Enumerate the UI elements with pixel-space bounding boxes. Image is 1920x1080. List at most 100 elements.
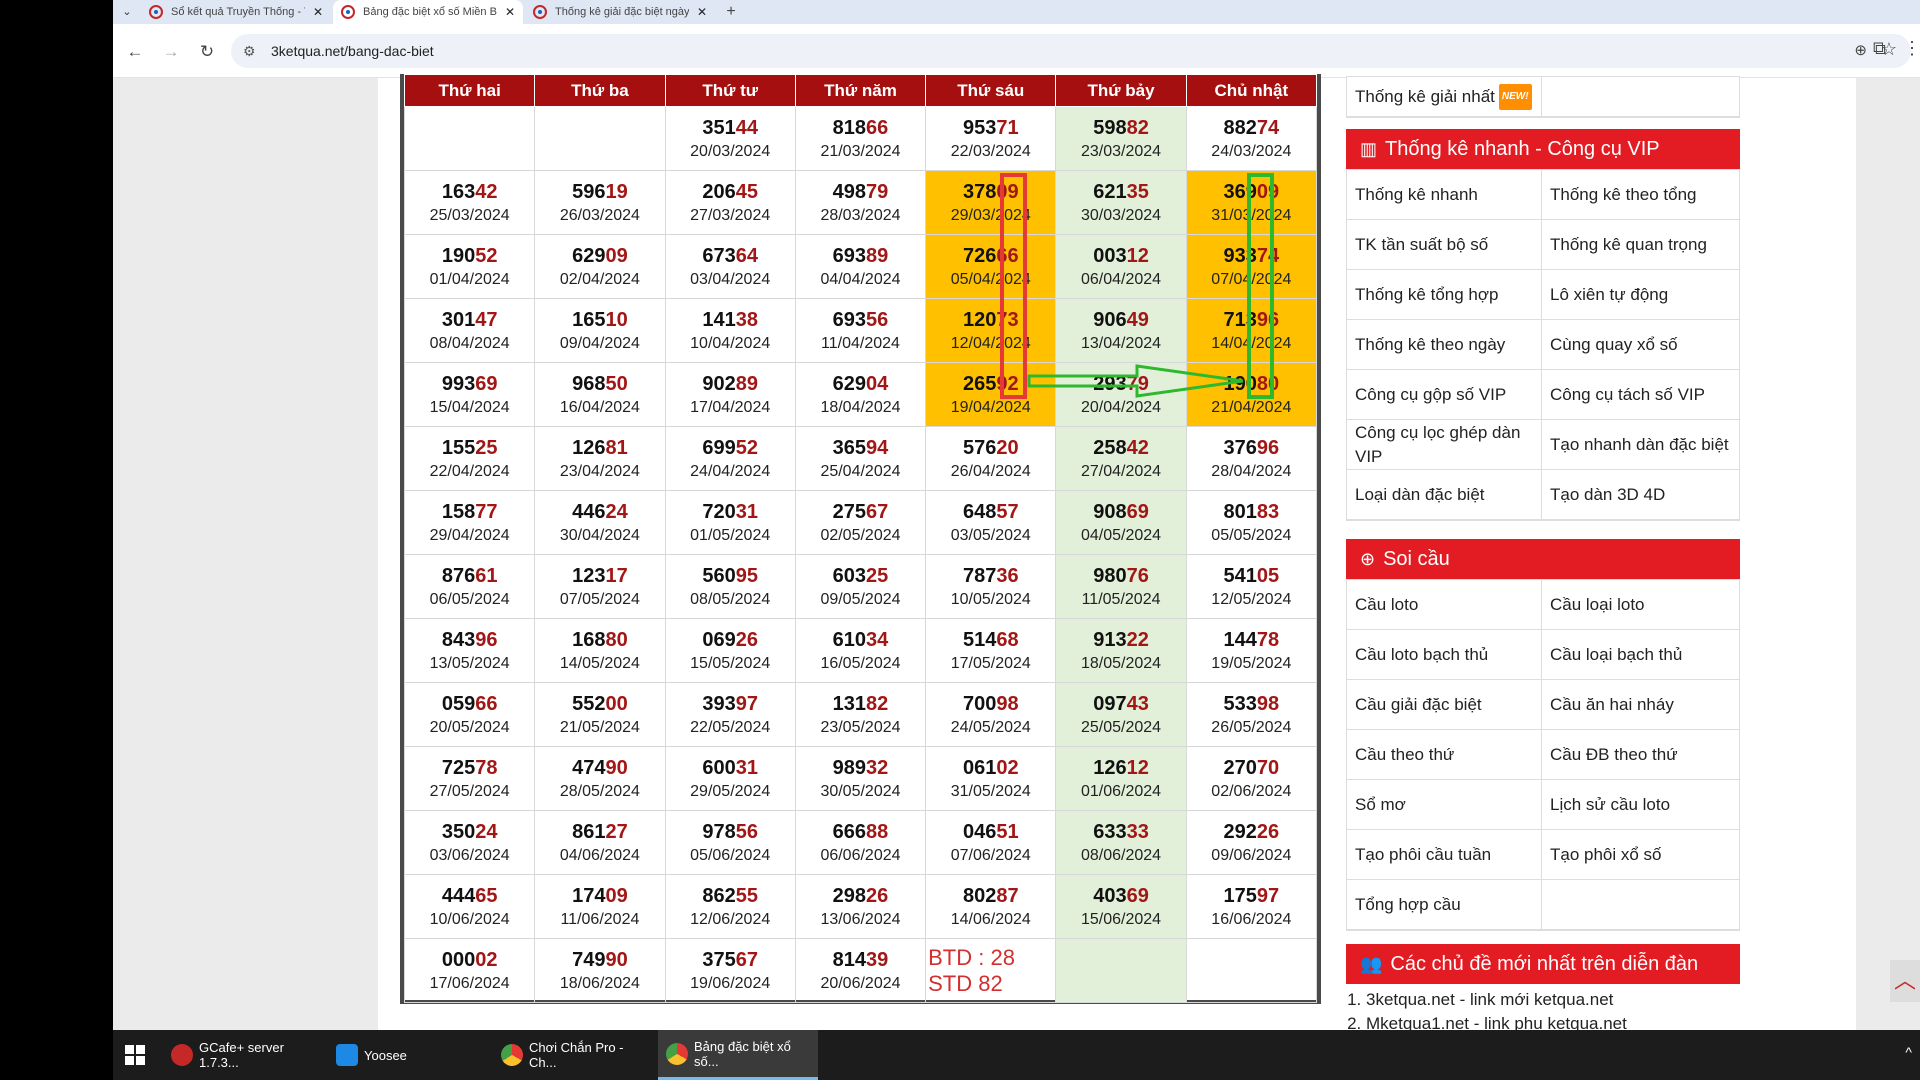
- result-cell: 80287 14/06/2024: [925, 874, 1057, 939]
- prize-number: 36594: [796, 435, 925, 461]
- draw-date: 11/05/2024: [1081, 590, 1161, 608]
- sidebar-link[interactable]: Công cụ lọc ghép dàn VIP: [1347, 420, 1542, 470]
- vip-tools-title: Thống kê nhanh - Công cụ VIP: [1385, 137, 1660, 160]
- new-tab-button[interactable]: +: [719, 0, 743, 24]
- prize-number: 29379: [1056, 371, 1185, 397]
- windows-start-icon[interactable]: [125, 1045, 145, 1065]
- sidebar-link[interactable]: Cầu giải đặc biệt: [1347, 680, 1542, 730]
- sidebar-link[interactable]: Sổ mơ: [1347, 780, 1542, 830]
- draw-date: 22/05/2024: [690, 718, 771, 736]
- sidebar-link[interactable]: Tổng hợp cầu: [1347, 880, 1542, 930]
- sidebar-link[interactable]: Tạo nhanh dàn đặc biệt: [1542, 420, 1739, 470]
- taskbar-item-yoosee[interactable]: Yoosee: [328, 1030, 488, 1080]
- prize-number-head: 882: [1223, 116, 1257, 139]
- site-info-icon[interactable]: ⚙: [243, 43, 256, 60]
- tab-1[interactable]: Sổ kết quả Truyền Thống - Tổng ✕: [141, 0, 331, 24]
- prize-number: 60031: [666, 755, 795, 781]
- prize-number-tail: 24: [605, 500, 628, 523]
- prize-number-tail: 26: [1256, 820, 1280, 843]
- prize-number-head: 876: [441, 564, 476, 587]
- sidebar-link[interactable]: Tạo phôi xổ số: [1542, 830, 1739, 880]
- forum-topic-link[interactable]: 3ketqua.net - link mới ketqua.net: [1366, 988, 1740, 1012]
- prize-number-head: 600: [702, 756, 736, 779]
- sidebar-link[interactable]: Thống kê quan trọng: [1542, 220, 1739, 270]
- sidebar-link[interactable]: Cùng quay xổ số: [1542, 320, 1739, 370]
- result-cell: 26592 19/04/2024: [925, 362, 1057, 427]
- column-header: Thứ hai: [403, 74, 536, 107]
- forum-topic-link[interactable]: Mketqua1.net - link phụ ketqua.net: [1366, 1012, 1740, 1030]
- prize-number: 36909: [1187, 179, 1316, 205]
- system-tray-chevron-icon[interactable]: ^: [1905, 1044, 1912, 1060]
- sidebar-link[interactable]: Lịch sử cầu loto: [1542, 780, 1739, 830]
- taskbar-item-gcafe[interactable]: GCafe+ server 1.7.3...: [163, 1030, 323, 1080]
- scroll-to-top-button[interactable]: ︿: [1890, 960, 1920, 1002]
- sidebar-link[interactable]: Lô xiên tự động: [1542, 270, 1739, 320]
- prize-number-head: 498: [832, 180, 867, 203]
- prize-number-head: 633: [1093, 820, 1127, 843]
- tab-bar: ⌄ Sổ kết quả Truyền Thống - Tổng ✕ Bảng …: [113, 0, 1920, 24]
- prize-number-head: 190: [441, 244, 476, 267]
- prize-number-tail: 09: [996, 180, 1019, 203]
- tab-close-icon[interactable]: ✕: [697, 5, 707, 19]
- sidebar-empty-cell: [1542, 77, 1739, 117]
- sidebar-link[interactable]: Thống kê theo ngày: [1347, 320, 1542, 370]
- sidebar-link[interactable]: Cầu ĐB theo thứ: [1542, 730, 1739, 780]
- prize-number: 62909: [535, 243, 664, 269]
- sidebar-item-thong-ke-giai-nhat[interactable]: Thống kê giải nhất NEW!: [1347, 77, 1542, 117]
- result-cell: 17597 16/06/2024: [1185, 874, 1318, 939]
- sidebar-link[interactable]: Cầu loto bạch thủ: [1347, 630, 1542, 680]
- sidebar-link[interactable]: Thống kê tổng hợp: [1347, 270, 1542, 320]
- menu-icon[interactable]: ⋮: [1903, 38, 1920, 59]
- prize-number-tail: 67: [866, 500, 889, 523]
- url-bar[interactable]: ⚙ 3ketqua.net/bang-dac-biet ⊕ ☆: [231, 34, 1911, 68]
- sidebar-link[interactable]: Cầu loại bạch thủ: [1542, 630, 1739, 680]
- result-cell: 80183 05/05/2024: [1185, 490, 1318, 555]
- taskbar-item-chrome-active[interactable]: Bảng đặc biệt xổ số...: [658, 1030, 818, 1080]
- draw-date: 06/06/2024: [820, 846, 901, 864]
- vip-tools-header: ▥ Thống kê nhanh - Công cụ VIP: [1346, 129, 1740, 169]
- prize-number-tail: 09: [1256, 180, 1280, 203]
- sidebar-link[interactable]: Tạo dàn 3D 4D: [1542, 470, 1739, 520]
- tab-list-dropdown-icon[interactable]: ⌄: [117, 2, 137, 22]
- tab-close-icon[interactable]: ✕: [505, 5, 515, 19]
- tab-3[interactable]: Thống kê giải đặc biệt ngày hô ✕: [525, 0, 715, 24]
- tab-2-active[interactable]: Bảng đặc biệt xổ số Miền Bắc t ✕: [333, 0, 523, 24]
- prize-number-head: 444: [441, 884, 476, 907]
- prize-number: 17597: [1187, 883, 1316, 909]
- back-arrow-icon[interactable]: ←: [123, 40, 147, 64]
- url-text[interactable]: 3ketqua.net/bang-dac-biet: [271, 43, 434, 59]
- sidebar-link[interactable]: Cầu loại loto: [1542, 580, 1739, 630]
- sidebar-link[interactable]: Cầu loto: [1347, 580, 1542, 630]
- draw-date: 03/05/2024: [950, 526, 1031, 544]
- draw-date: 24/04/2024: [690, 462, 771, 480]
- sidebar-link[interactable]: Cầu ăn hai nháy: [1542, 680, 1739, 730]
- taskbar-item-chrome-chan[interactable]: Chơi Chắn Pro - Ch...: [493, 1030, 653, 1080]
- zoom-icon[interactable]: ⊕: [1854, 41, 1867, 59]
- result-cell: 54105 12/05/2024: [1185, 554, 1318, 619]
- sidebar-link[interactable]: Cầu theo thứ: [1347, 730, 1542, 780]
- sidebar-link[interactable]: Công cụ tách số VIP: [1542, 370, 1739, 420]
- prize-number-head: 393: [702, 692, 736, 715]
- sidebar-link[interactable]: Loại dàn đặc biệt: [1347, 470, 1542, 520]
- draw-date: 07/06/2024: [950, 846, 1031, 864]
- result-cell: 06926 15/05/2024: [664, 618, 796, 683]
- forward-arrow-icon[interactable]: →: [159, 40, 183, 64]
- sidebar-link[interactable]: TK tần suất bộ số: [1347, 220, 1542, 270]
- extensions-icon[interactable]: ⧉: [1873, 38, 1886, 59]
- prize-number-tail: 71: [996, 116, 1019, 139]
- prize-number-head: 126: [572, 436, 606, 459]
- tab-close-icon[interactable]: ✕: [313, 5, 323, 19]
- tab-label: Sổ kết quả Truyền Thống - Tổng: [171, 6, 305, 18]
- prize-number: 70098: [926, 691, 1055, 717]
- draw-date: 15/04/2024: [429, 398, 510, 416]
- draw-date: 01/06/2024: [1081, 782, 1162, 800]
- result-cell: BTD : 28 STD 82: [925, 938, 1057, 1003]
- sidebar-link[interactable]: Thống kê nhanh: [1347, 170, 1542, 220]
- prize-number-head: 913: [1093, 628, 1127, 651]
- forum-title: Các chủ đề mới nhất trên diễn đàn: [1390, 952, 1699, 975]
- prize-number-tail: 56: [735, 820, 759, 843]
- sidebar-link[interactable]: Công cụ gộp số VIP: [1347, 370, 1542, 420]
- reload-icon[interactable]: ↻: [195, 40, 219, 64]
- sidebar-link[interactable]: Thống kê theo tổng: [1542, 170, 1739, 220]
- sidebar-link[interactable]: Tạo phôi cầu tuần: [1347, 830, 1542, 880]
